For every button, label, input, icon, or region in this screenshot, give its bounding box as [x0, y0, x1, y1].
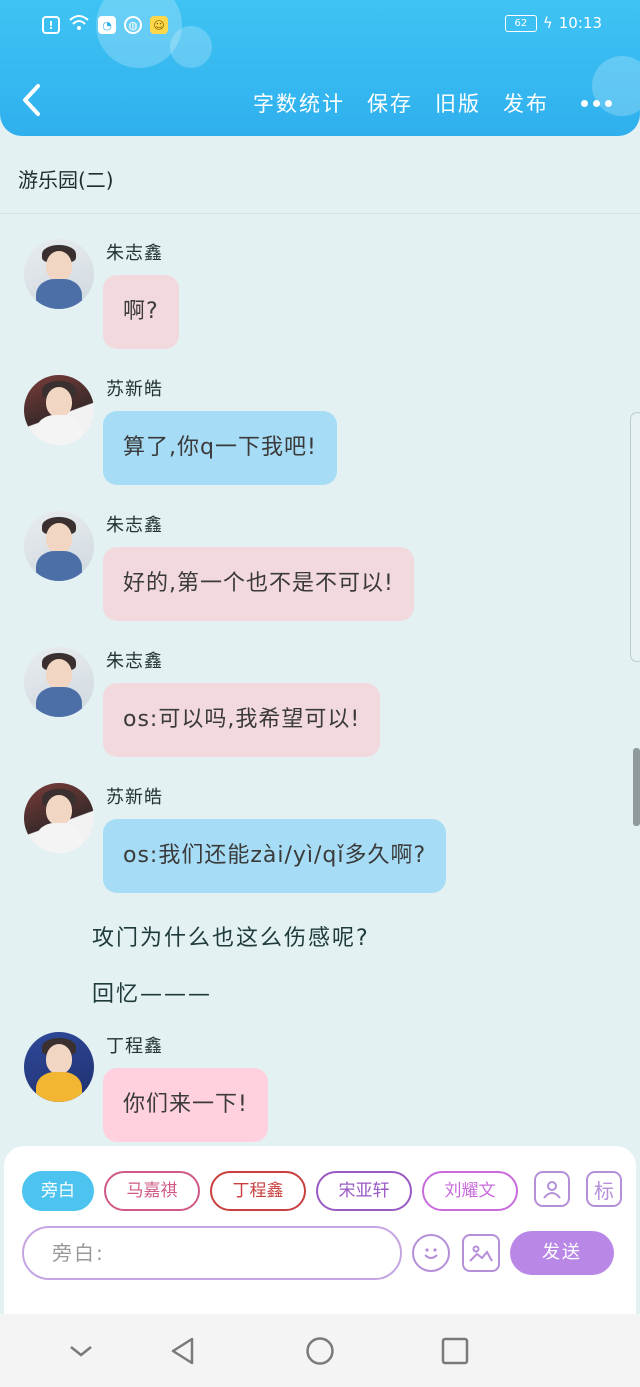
charging-icon: ϟ	[542, 14, 553, 32]
publish-button[interactable]: 发布	[503, 88, 549, 118]
role-chip-narrator[interactable]: 旁白	[22, 1171, 94, 1211]
message-bubble[interactable]: os:可以吗,我希望可以!	[103, 683, 381, 757]
role-chip[interactable]: 宋亚轩	[316, 1171, 412, 1211]
alert-icon: !	[42, 16, 60, 34]
message-bubble[interactable]: 你们来一下!	[103, 1068, 268, 1142]
save-button[interactable]: 保存	[367, 88, 413, 118]
composer-panel: 旁白 马嘉祺 丁程鑫 宋亚轩 刘耀文 标 旁白: 发送	[4, 1146, 636, 1314]
chapter-title-bar: 游乐园(二)	[0, 138, 640, 214]
chat-message: 朱志鑫 好的,第一个也不是不可以!	[0, 511, 640, 623]
chat-message: 丁程鑫 你们来一下!	[0, 1032, 640, 1144]
app-header: ! ◔ ◍ ☺ 62 ϟ 10:13 字数统计 保存 旧版 发布	[0, 0, 640, 136]
home-circle-icon[interactable]	[305, 1336, 335, 1366]
old-version-button[interactable]: 旧版	[435, 88, 481, 118]
image-icon[interactable]	[462, 1234, 500, 1272]
wifi-icon	[68, 14, 90, 36]
sender-name: 苏新皓	[106, 787, 163, 808]
chat-notification-icon: ☺	[150, 16, 168, 34]
avatar[interactable]	[24, 375, 94, 445]
role-chip[interactable]: 丁程鑫	[210, 1171, 306, 1211]
more-options-button[interactable]	[581, 89, 612, 117]
sender-name: 朱志鑫	[106, 243, 163, 264]
avatar[interactable]	[24, 783, 94, 853]
sender-name: 朱志鑫	[106, 515, 163, 536]
scrollbar-thumb[interactable]	[633, 748, 640, 826]
chapter-title[interactable]: 游乐园(二)	[18, 164, 114, 193]
back-triangle-icon[interactable]	[168, 1336, 198, 1366]
avatar[interactable]	[24, 511, 94, 581]
role-chip[interactable]: 刘耀文	[422, 1171, 518, 1211]
app-notification-icon: ◔	[98, 16, 116, 34]
nav-row: 字数统计 保存 旧版 发布	[0, 82, 640, 126]
narration-text[interactable]: 回忆———	[92, 976, 212, 1008]
message-bubble[interactable]: os:我们还能zài/yì/qǐ多久啊?	[103, 819, 447, 893]
chat-area[interactable]: 朱志鑫 啊? 苏新皓 算了,你q一下我吧! 朱志鑫 好的,第一个也不是不可以! …	[0, 215, 640, 1145]
emoji-icon[interactable]	[412, 1234, 450, 1272]
recents-square-icon[interactable]	[440, 1336, 470, 1366]
back-button[interactable]	[20, 82, 50, 122]
avatar[interactable]	[24, 239, 94, 309]
chat-message: 苏新皓 算了,你q一下我吧!	[0, 375, 640, 487]
narration-text[interactable]: 攻门为什么也这么伤感呢?	[92, 920, 370, 952]
battery-icon: 62	[504, 14, 537, 32]
message-input[interactable]: 旁白:	[22, 1226, 402, 1280]
role-selector: 旁白 马嘉祺 丁程鑫 宋亚轩 刘耀文	[22, 1171, 520, 1213]
avatar[interactable]	[24, 647, 94, 717]
character-icon[interactable]	[534, 1171, 570, 1207]
sender-name: 朱志鑫	[106, 651, 163, 672]
chat-message: 朱志鑫 啊?	[0, 239, 640, 351]
status-time: 10:13	[558, 14, 602, 32]
message-bubble[interactable]: 啊?	[103, 275, 179, 349]
more-dot	[581, 99, 588, 107]
browser-notification-icon: ◍	[124, 16, 142, 34]
word-count-button[interactable]: 字数统计	[253, 88, 345, 118]
more-dot	[605, 99, 612, 107]
send-button[interactable]: 发送	[510, 1231, 614, 1275]
message-bubble[interactable]: 好的,第一个也不是不可以!	[103, 547, 414, 621]
scroll-track[interactable]	[630, 412, 640, 662]
sender-name: 丁程鑫	[106, 1036, 163, 1057]
system-nav-bar	[0, 1314, 640, 1387]
more-dot	[593, 99, 600, 107]
status-bar: ! ◔ ◍ ☺ 62 ϟ 10:13	[0, 12, 640, 42]
tag-button[interactable]: 标	[586, 1171, 622, 1207]
chevron-down-icon[interactable]	[66, 1336, 96, 1366]
chat-message: 朱志鑫 os:可以吗,我希望可以!	[0, 647, 640, 759]
sender-name: 苏新皓	[106, 379, 163, 400]
avatar[interactable]	[24, 1032, 94, 1102]
chat-message: 苏新皓 os:我们还能zài/yì/qǐ多久啊?	[0, 783, 640, 895]
message-bubble[interactable]: 算了,你q一下我吧!	[103, 411, 337, 485]
role-chip[interactable]: 马嘉祺	[104, 1171, 200, 1211]
chevron-left-icon	[23, 84, 40, 116]
